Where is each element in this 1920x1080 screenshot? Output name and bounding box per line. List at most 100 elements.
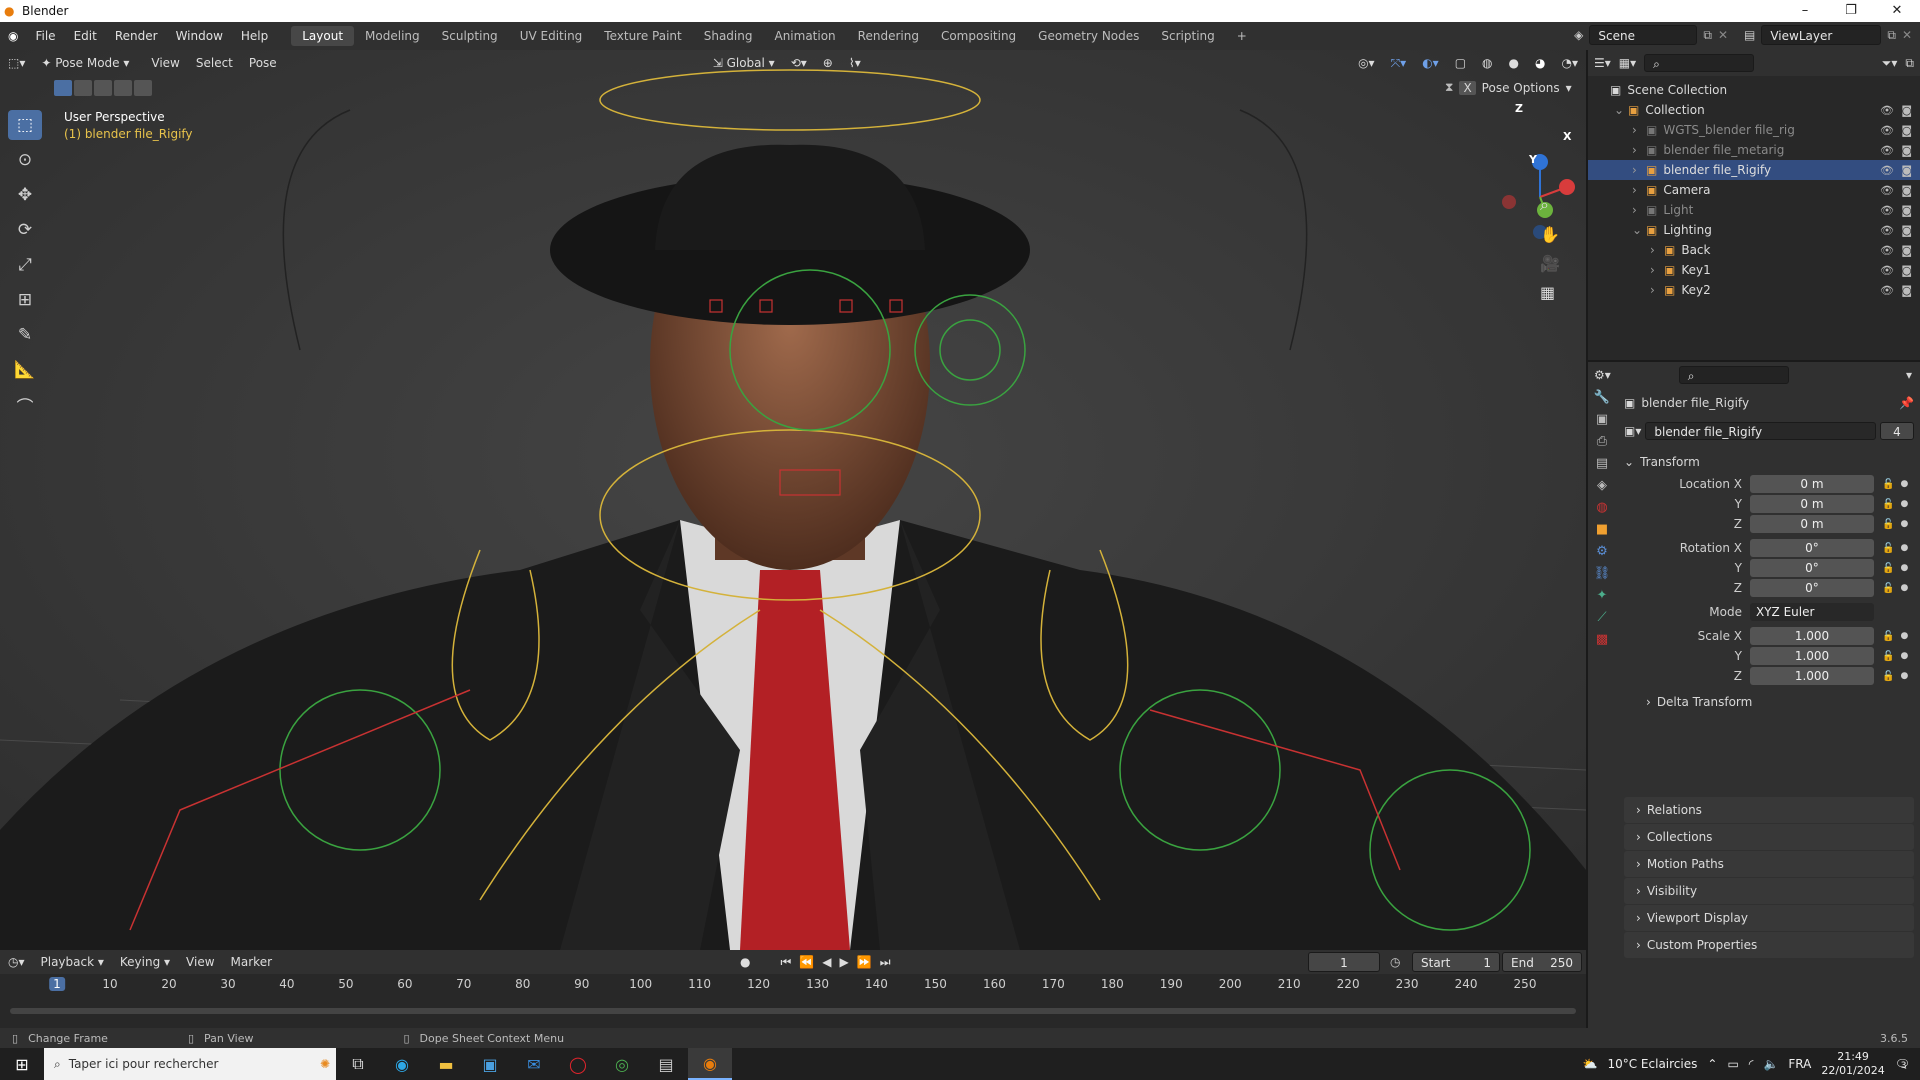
outliner-item-lighting[interactable]: ⌄ ▣ Lighting 👁 ◙ bbox=[1588, 220, 1920, 240]
render-camera-icon[interactable]: ◙ bbox=[1901, 184, 1912, 197]
menu-edit[interactable]: Edit bbox=[65, 29, 106, 43]
pan-hand-icon[interactable]: ✋ bbox=[1540, 225, 1560, 244]
mirror-icon[interactable]: ⧗ bbox=[1445, 80, 1453, 95]
move-tool[interactable]: ✥ bbox=[8, 180, 42, 210]
new-collection-icon[interactable]: ⧉ bbox=[1905, 56, 1914, 71]
opera-icon[interactable]: ◯ bbox=[556, 1048, 600, 1080]
keyframe-dot-icon[interactable]: ● bbox=[1900, 479, 1908, 489]
menu-timeline-view[interactable]: View bbox=[178, 955, 222, 969]
transform-tool[interactable]: ⊞ bbox=[8, 285, 42, 315]
tool-tab-icon[interactable]: 🔧 bbox=[1594, 390, 1610, 405]
keyframe-dot-icon[interactable]: ● bbox=[1900, 519, 1908, 529]
menu-keying[interactable]: Keying ▾ bbox=[112, 955, 178, 969]
chevron-right-icon[interactable]: › bbox=[1632, 183, 1646, 197]
x-mirror-toggle[interactable]: X bbox=[1459, 80, 1476, 95]
scene-selector[interactable]: Scene bbox=[1589, 25, 1698, 45]
language-indicator[interactable]: FRA bbox=[1788, 1057, 1811, 1071]
network-icon[interactable]: ◜ bbox=[1749, 1057, 1754, 1071]
gizmo-z-label[interactable]: Z bbox=[1515, 102, 1523, 115]
transform-orientation[interactable]: ⇲ Global ▾ bbox=[705, 56, 783, 70]
transform-row-value[interactable]: 1.000 bbox=[1750, 627, 1874, 645]
properties-options-icon[interactable]: ▾ bbox=[1906, 368, 1912, 382]
render-camera-icon[interactable]: ◙ bbox=[1901, 244, 1912, 257]
keyframe-dot-icon[interactable]: ● bbox=[1900, 543, 1908, 553]
lock-icon[interactable]: 🔓 bbox=[1882, 563, 1894, 574]
eye-icon[interactable]: 👁 bbox=[1880, 244, 1894, 257]
remove-view-layer-icon[interactable]: ✕ bbox=[1902, 28, 1912, 42]
task-view-icon[interactable]: ⧉ bbox=[336, 1048, 380, 1080]
gizmo-x-label[interactable]: X bbox=[1563, 130, 1571, 143]
menu-window[interactable]: Window bbox=[167, 29, 232, 43]
store-icon[interactable]: ▣ bbox=[468, 1048, 512, 1080]
eye-icon[interactable]: 👁 bbox=[1880, 204, 1894, 217]
transform-row-value[interactable]: 0 m bbox=[1750, 475, 1874, 493]
start-frame-field[interactable]: Start 1 bbox=[1412, 952, 1500, 972]
record-icon[interactable]: ● bbox=[740, 955, 750, 969]
editor-type-icon[interactable]: ⬚▾ bbox=[0, 56, 33, 70]
overlay-toggle-icon[interactable]: ◐▾ bbox=[1414, 56, 1447, 70]
datablock-type-icon[interactable]: ▣▾ bbox=[1624, 424, 1641, 438]
blender-taskbar-icon[interactable]: ◉ bbox=[688, 1048, 732, 1080]
menu-marker[interactable]: Marker bbox=[223, 955, 280, 969]
proportional-icon[interactable]: ⌇▾ bbox=[841, 56, 869, 70]
outliner-item-wgts-blender-file-rig[interactable]: › ▣ WGTS_blender file_rig 👁 ◙ bbox=[1588, 120, 1920, 140]
properties-search-input[interactable]: ⌕ bbox=[1678, 366, 1789, 384]
select-invert-icon[interactable] bbox=[114, 80, 132, 96]
mail-icon[interactable]: ✉ bbox=[512, 1048, 556, 1080]
timeline-scrollbar[interactable] bbox=[10, 1008, 1576, 1014]
lock-icon[interactable]: 🔓 bbox=[1882, 631, 1894, 642]
armature-tab-icon[interactable]: ✦ bbox=[1597, 588, 1608, 603]
keyframe-dot-icon[interactable]: ● bbox=[1900, 563, 1908, 573]
tab-uv-editing[interactable]: UV Editing bbox=[509, 26, 594, 46]
outliner-scene-collection[interactable]: ▣ Scene Collection bbox=[1588, 80, 1920, 100]
pose-options-dropdown[interactable]: Pose Options bbox=[1482, 81, 1560, 95]
next-key-icon[interactable]: ⏩ bbox=[857, 955, 880, 969]
new-scene-icon[interactable]: ⧉ bbox=[1703, 28, 1712, 43]
eye-icon[interactable]: 👁 bbox=[1880, 284, 1894, 297]
lock-icon[interactable]: 🔓 bbox=[1882, 671, 1894, 682]
datablock-name-field[interactable]: blender file_Rigify bbox=[1645, 422, 1876, 440]
zoom-icon[interactable]: ⌕ bbox=[1540, 195, 1560, 215]
outliner-item-collection[interactable]: ⌄ ▣ Collection 👁 ◙ bbox=[1588, 100, 1920, 120]
keyframe-dot-icon[interactable]: ● bbox=[1900, 583, 1908, 593]
scale-tool[interactable]: ⤢ bbox=[8, 250, 42, 280]
chevron-right-icon[interactable]: › bbox=[1650, 263, 1664, 277]
panel-custom-properties[interactable]: › Custom Properties bbox=[1624, 932, 1914, 958]
menu-view[interactable]: View bbox=[143, 56, 187, 70]
gizmo-toggle-icon[interactable]: ⤧▾ bbox=[1383, 56, 1415, 71]
pivot-icon[interactable]: ⟲▾ bbox=[783, 56, 815, 70]
render-camera-icon[interactable]: ◙ bbox=[1901, 144, 1912, 157]
app-icon[interactable]: ▤ bbox=[644, 1048, 688, 1080]
menu-help[interactable]: Help bbox=[232, 29, 277, 43]
select-box-tool[interactable]: ⬚ bbox=[8, 110, 42, 140]
blender-menu-icon[interactable]: ◉ bbox=[0, 29, 26, 43]
gizmo-y-label[interactable]: Y bbox=[1529, 153, 1537, 166]
ortho-grid-icon[interactable]: ▦ bbox=[1540, 283, 1560, 302]
tab-layout[interactable]: Layout bbox=[291, 26, 355, 46]
tab-animation[interactable]: Animation bbox=[763, 26, 846, 46]
chrome-icon[interactable]: ◎ bbox=[600, 1048, 644, 1080]
panel-collections[interactable]: › Collections bbox=[1624, 824, 1914, 850]
lock-icon[interactable]: 🔓 bbox=[1882, 651, 1894, 662]
eye-icon[interactable]: 👁 bbox=[1880, 144, 1894, 157]
snap-icon[interactable]: ⊕ bbox=[815, 56, 841, 70]
lock-icon[interactable]: 🔓 bbox=[1882, 519, 1894, 530]
output-tab-icon[interactable]: ⎙ bbox=[1597, 434, 1607, 449]
timeline-editor-icon[interactable]: ◷▾ bbox=[0, 955, 33, 969]
lock-icon[interactable]: 🔓 bbox=[1882, 499, 1894, 510]
panel-motion-paths[interactable]: › Motion Paths bbox=[1624, 851, 1914, 877]
keyframe-dot-icon[interactable]: ● bbox=[1900, 651, 1908, 661]
preview-range-icon[interactable]: ◷ bbox=[1390, 955, 1400, 969]
chevron-right-icon[interactable]: › bbox=[1632, 123, 1646, 137]
eye-icon[interactable]: 👁 bbox=[1880, 224, 1894, 237]
play-icon[interactable]: ▶ bbox=[840, 955, 857, 969]
view-layer-tab-icon[interactable]: ▤ bbox=[1596, 456, 1608, 471]
chevron-down-icon[interactable]: ⌄ bbox=[1632, 223, 1646, 237]
keyframe-dot-icon[interactable]: ● bbox=[1900, 499, 1908, 509]
render-camera-icon[interactable]: ◙ bbox=[1901, 284, 1912, 297]
texture-tab-icon[interactable]: ▩ bbox=[1596, 632, 1608, 647]
prev-key-icon[interactable]: ⏪ bbox=[799, 955, 822, 969]
notification-icon[interactable]: 🗨 3 bbox=[1895, 1057, 1910, 1071]
bone-tab-icon[interactable]: ⟋ bbox=[1597, 610, 1606, 625]
object-tab-icon[interactable]: ■ bbox=[1596, 522, 1608, 537]
